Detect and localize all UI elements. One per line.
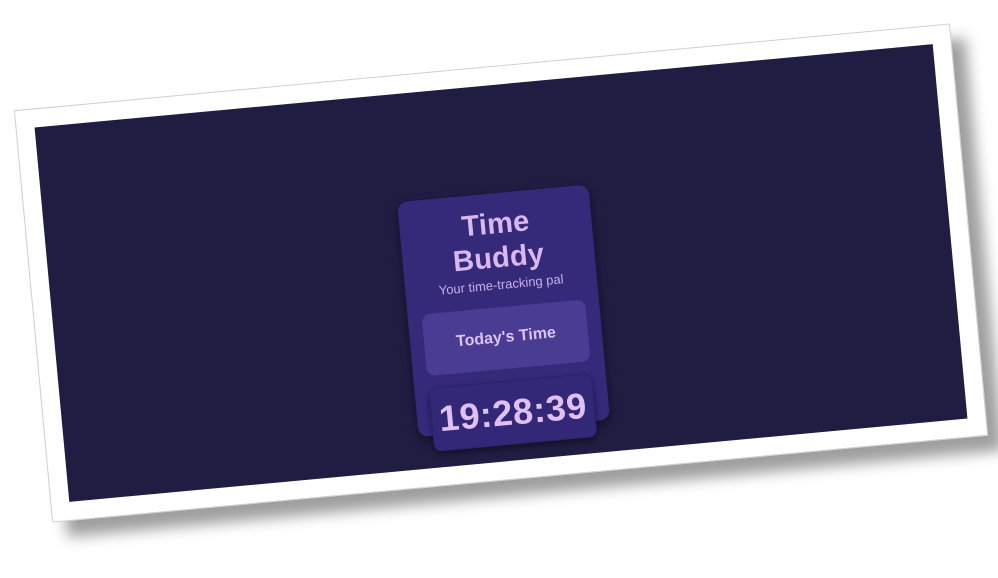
photo-frame: Time Buddy Your time-tracking pal Today'… [13,23,989,523]
time-buddy-card: Time Buddy Your time-tracking pal Today'… [397,184,611,452]
time-display: 19:28:39 [428,373,598,452]
app-screen: Time Buddy Your time-tracking pal Today'… [34,44,968,502]
photo-scene: Time Buddy Your time-tracking pal Today'… [0,0,998,578]
todays-time-button[interactable]: Today's Time [421,299,591,377]
app-title: Time Buddy [451,205,546,279]
